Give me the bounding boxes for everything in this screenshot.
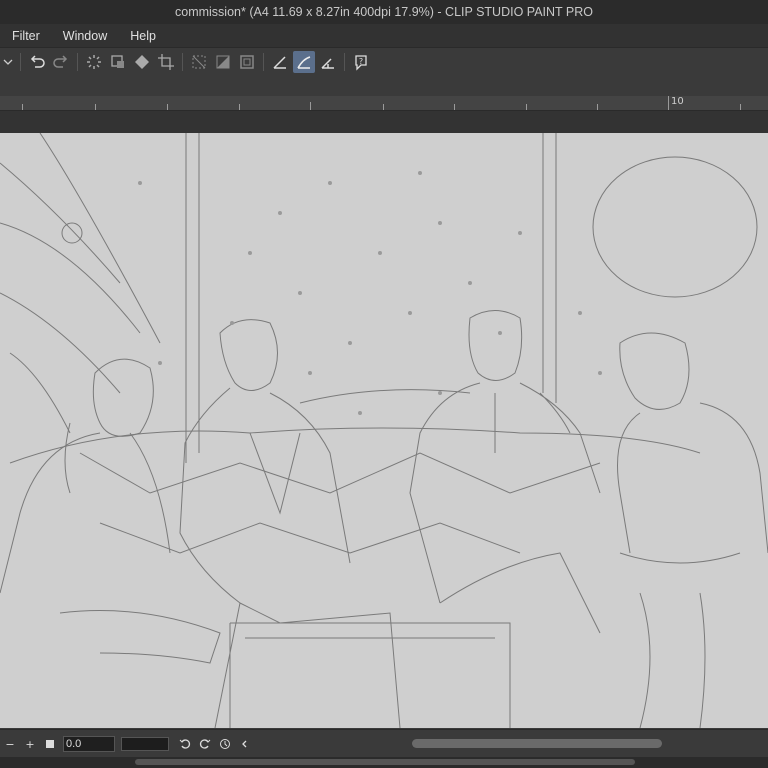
menu-help[interactable]: Help [118, 29, 167, 43]
fill-icon[interactable] [131, 51, 153, 73]
loading-icon[interactable] [83, 51, 105, 73]
horizontal-ruler: 10 [0, 96, 768, 111]
sketch-artwork [0, 133, 768, 728]
crop-icon[interactable] [155, 51, 177, 73]
deselect-icon[interactable] [188, 51, 210, 73]
undo-icon[interactable] [26, 51, 48, 73]
tool-property-strip [0, 75, 768, 96]
chevron-left-icon[interactable] [237, 736, 253, 752]
brush-size-dropdown-icon[interactable] [1, 51, 15, 73]
rotate-right-icon[interactable] [197, 736, 213, 752]
ruler-snap-icon[interactable] [269, 51, 291, 73]
window-title: commission* (A4 11.69 x 8.27in 400dpi 17… [175, 5, 593, 19]
menu-filter[interactable]: Filter [0, 29, 51, 43]
zoom-out-button[interactable]: − [2, 736, 18, 752]
menu-bar: Filter Window Help [0, 24, 768, 47]
zoom-in-button[interactable]: + [22, 736, 38, 752]
ruler-label: 10 [671, 96, 684, 107]
navigator-bar: − + 0.0 [0, 729, 768, 758]
help-icon[interactable]: ? [350, 51, 372, 73]
horizontal-scrollbar[interactable] [412, 739, 662, 748]
drawing-canvas[interactable] [0, 133, 768, 728]
special-ruler-snap-icon[interactable] [293, 50, 315, 73]
redo-icon[interactable] [50, 51, 72, 73]
svg-text:?: ? [359, 57, 363, 66]
title-bar: commission* (A4 11.69 x 8.27in 400dpi 17… [0, 0, 768, 24]
rotation-slider[interactable] [121, 737, 169, 751]
menu-window[interactable]: Window [51, 29, 118, 43]
rotate-left-icon[interactable] [177, 736, 193, 752]
command-bar: ? [0, 47, 768, 76]
status-bar [0, 757, 768, 768]
fit-view-icon[interactable] [42, 736, 58, 752]
grid-snap-icon[interactable] [317, 51, 339, 73]
invert-selection-icon[interactable] [212, 51, 234, 73]
canvas-margin [0, 111, 768, 133]
rotation-field[interactable]: 0.0 [63, 736, 115, 752]
panel-scrollbar[interactable] [135, 759, 635, 765]
transform-icon[interactable] [107, 51, 129, 73]
selection-border-icon[interactable] [236, 51, 258, 73]
reset-rotation-icon[interactable] [217, 736, 233, 752]
